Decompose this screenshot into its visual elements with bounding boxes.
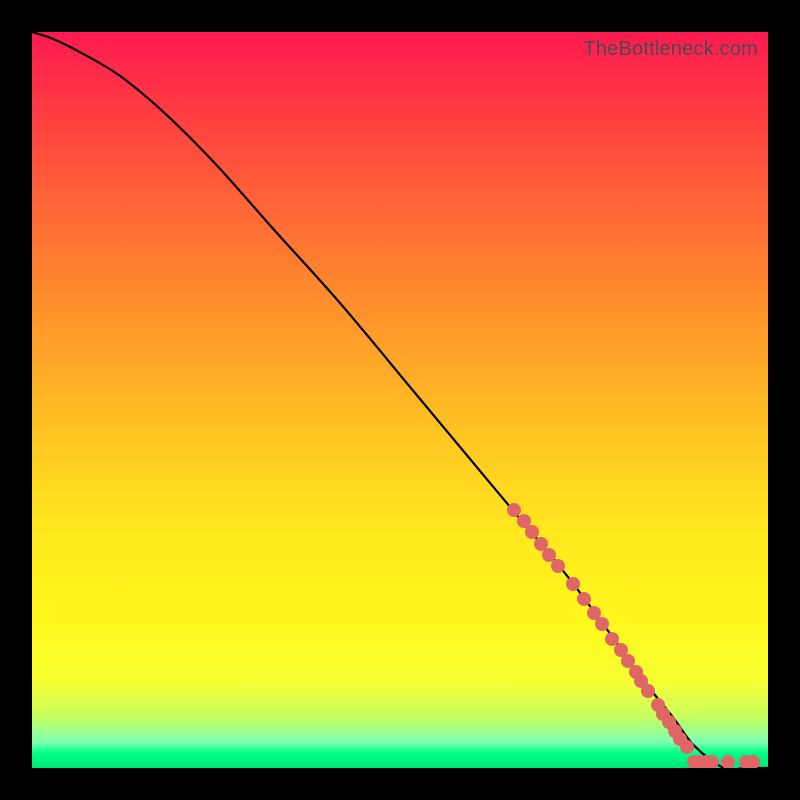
data-marker xyxy=(746,755,760,768)
bottleneck-curve-path xyxy=(32,32,768,768)
plot-area: TheBottleneck.com xyxy=(32,32,768,768)
curve-svg xyxy=(32,32,768,768)
data-marker xyxy=(551,559,565,573)
data-marker xyxy=(705,755,719,768)
data-marker xyxy=(577,592,591,606)
chart-stage: TheBottleneck.com xyxy=(0,0,800,800)
data-marker xyxy=(721,755,735,768)
data-marker xyxy=(566,577,580,591)
data-marker xyxy=(641,684,655,698)
